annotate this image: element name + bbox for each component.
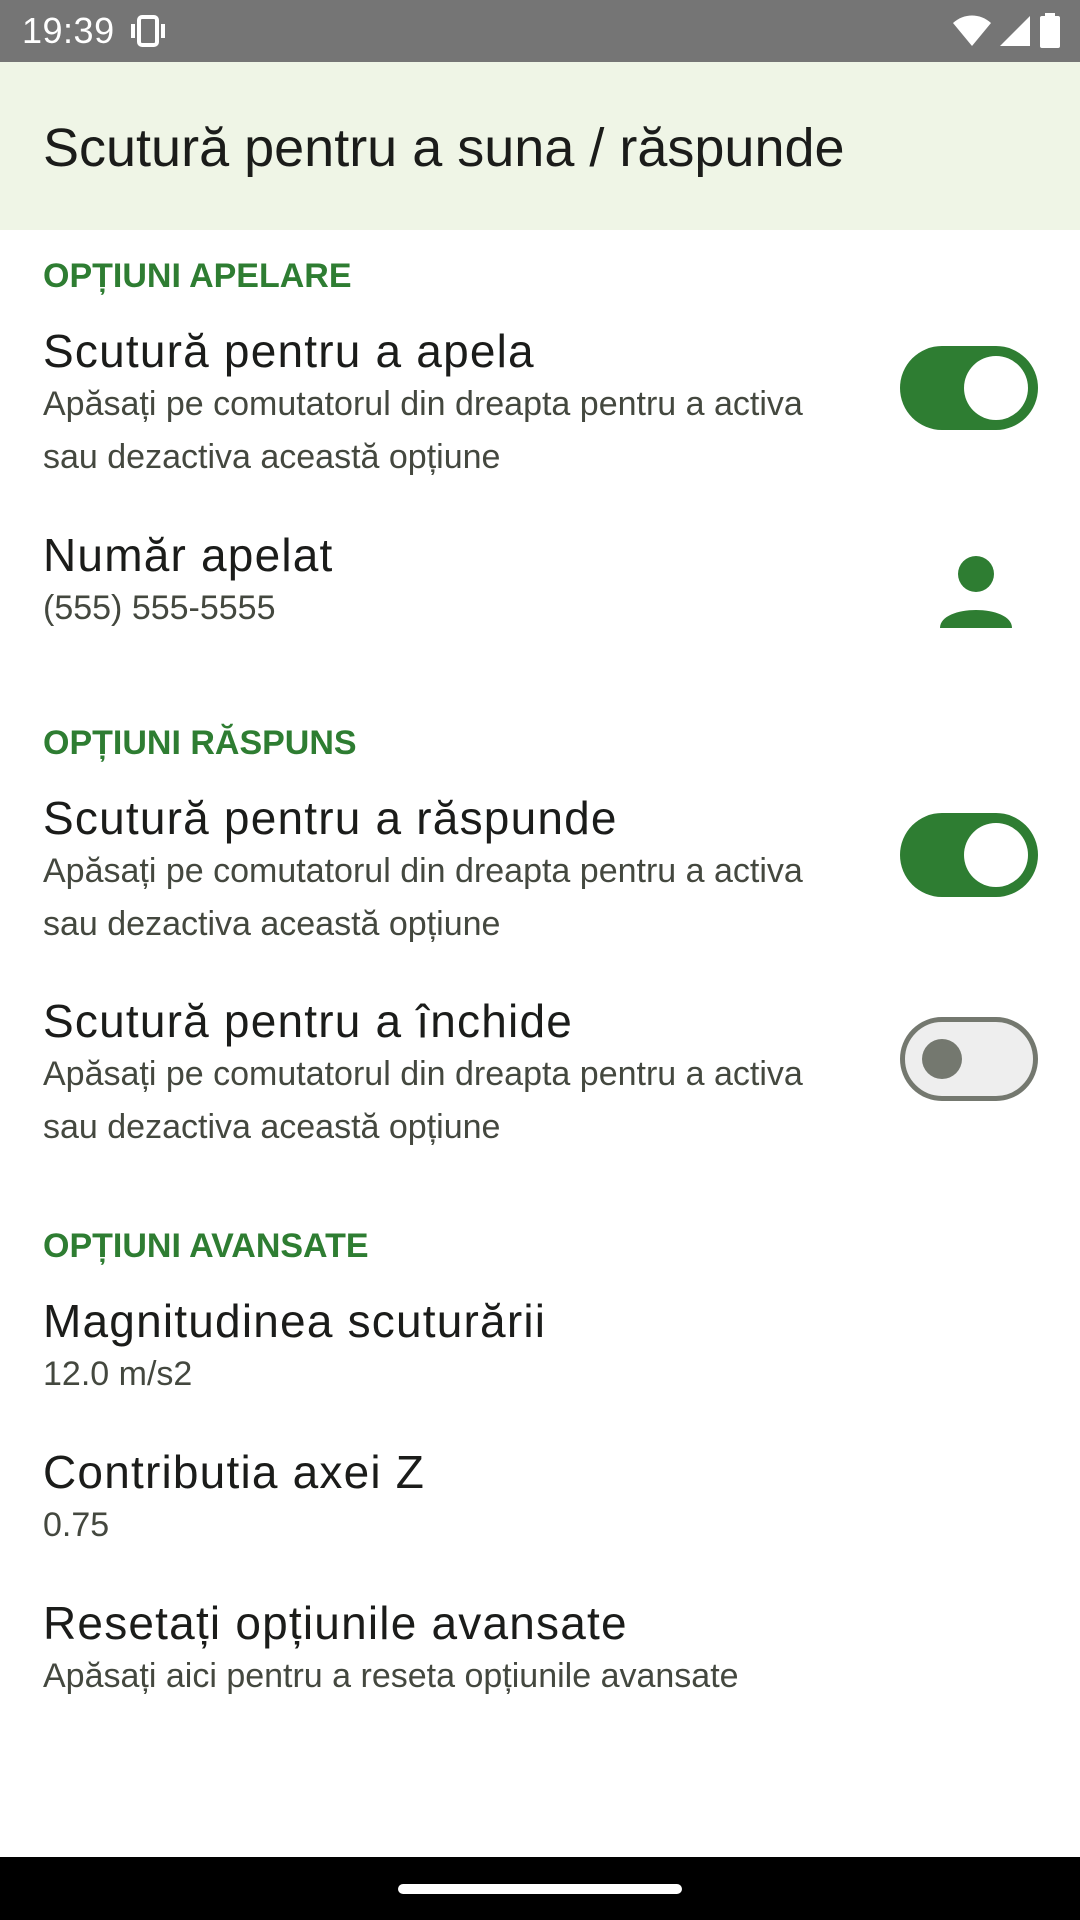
status-bar: 19:39 (0, 0, 1080, 62)
switch-thumb (922, 1039, 962, 1079)
pref-shake-to-hangup-title: Scutură pentru a închide (43, 995, 574, 1047)
shake-to-hangup-switch[interactable] (900, 1017, 1038, 1101)
pref-shake-to-answer-title: Scutură pentru a răspunde (43, 792, 618, 844)
pref-shake-to-call-title: Scutură pentru a apela (43, 325, 535, 377)
pref-z-axis-value: 0.75 (43, 1506, 110, 1544)
section-header-advanced-options: OPȚIUNI AVANSATE (43, 1227, 369, 1265)
home-gesture-handle[interactable] (398, 1884, 682, 1894)
app-bar: Scutură pentru a suna / răspunde (0, 62, 1080, 230)
vibrate-icon (131, 15, 165, 47)
shake-to-answer-switch[interactable] (900, 813, 1038, 897)
page-title: Scutură pentru a suna / răspunde (43, 118, 845, 178)
pref-shake-magnitude-value: 12.0 m/s2 (43, 1355, 193, 1393)
pref-reset-advanced-title: Resetați opțiunile avansate (43, 1597, 628, 1649)
status-icons (952, 12, 1062, 50)
wifi-icon (953, 15, 991, 46)
switch-thumb (964, 356, 1028, 420)
signal-icon (1000, 16, 1030, 46)
pref-reset-advanced-summary: Apăsați aici pentru a reseta opțiunile a… (43, 1657, 739, 1695)
battery-icon (1040, 13, 1060, 48)
contact-person-icon[interactable] (936, 552, 1016, 632)
pref-z-axis-title: Contributia axei Z (43, 1446, 426, 1498)
section-header-answer-options: OPȚIUNI RĂSPUNS (43, 724, 357, 762)
pref-shake-magnitude-title: Magnitudinea scuturării (43, 1295, 547, 1347)
status-time: 19:39 (22, 10, 115, 51)
shake-to-call-switch[interactable] (900, 346, 1038, 430)
pref-called-number-value: (555) 555-5555 (43, 589, 276, 627)
pref-shake-to-call-summary: Apăsați pe comutatorul din dreapta pentr… (43, 385, 803, 476)
pref-shake-to-answer-summary: Apăsați pe comutatorul din dreapta pentr… (43, 852, 803, 943)
switch-thumb (964, 823, 1028, 887)
navigation-bar (0, 1857, 1080, 1920)
section-header-call-options: OPȚIUNI APELARE (43, 257, 352, 295)
pref-shake-to-hangup-summary: Apăsați pe comutatorul din dreapta pentr… (43, 1055, 803, 1146)
pref-called-number-title: Număr apelat (43, 529, 334, 581)
